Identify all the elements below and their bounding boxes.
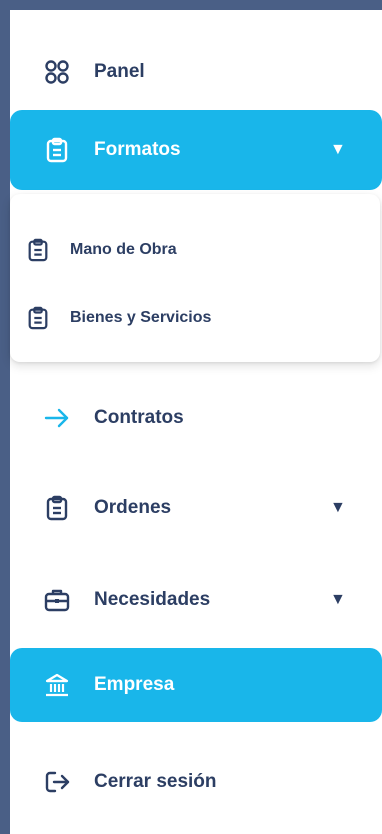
sidebar-item-label: Panel	[94, 61, 145, 82]
submenu-item-label: Bienes y Servicios	[70, 309, 212, 326]
clipboard-icon	[44, 495, 70, 521]
chevron-down-icon: ▼	[330, 141, 346, 158]
sidebar-item-panel[interactable]: Panel	[10, 32, 382, 112]
sidebar-item-necesidades[interactable]: Necesidades ▼	[10, 560, 382, 640]
sidebar-item-label: Cerrar sesión	[94, 771, 217, 792]
formatos-submenu: Mano de Obra Bienes y Servicios	[10, 194, 380, 362]
arrow-right-icon	[44, 405, 70, 431]
submenu-item-label: Mano de Obra	[70, 241, 177, 258]
sidebar-item-empresa[interactable]: Empresa	[10, 648, 382, 722]
briefcase-icon	[44, 587, 70, 613]
bank-icon	[44, 672, 70, 698]
sidebar-item-label: Formatos	[94, 139, 181, 160]
clipboard-icon	[26, 238, 50, 262]
grid-icon	[44, 59, 70, 85]
sidebar: Panel Formatos ▼ Mano de Obra Bienes y S…	[10, 10, 382, 834]
sidebar-item-label: Contratos	[94, 407, 184, 428]
sidebar-item-label: Empresa	[94, 674, 175, 695]
sidebar-item-label: Necesidades	[94, 589, 211, 610]
logout-icon	[44, 769, 70, 795]
sidebar-item-formatos[interactable]: Formatos ▼	[10, 110, 382, 190]
submenu-item-bienes-y-servicios[interactable]: Bienes y Servicios	[10, 288, 380, 348]
sidebar-item-contratos[interactable]: Contratos	[10, 378, 382, 458]
sidebar-item-cerrar-sesion[interactable]: Cerrar sesión	[10, 742, 382, 822]
chevron-down-icon: ▼	[330, 591, 346, 608]
sidebar-item-label: Ordenes	[94, 497, 172, 518]
sidebar-item-ordenes[interactable]: Ordenes ▼	[10, 468, 382, 548]
submenu-item-mano-de-obra[interactable]: Mano de Obra	[10, 220, 380, 280]
chevron-down-icon: ▼	[330, 499, 346, 516]
clipboard-icon	[26, 306, 50, 330]
clipboard-icon	[44, 137, 70, 163]
